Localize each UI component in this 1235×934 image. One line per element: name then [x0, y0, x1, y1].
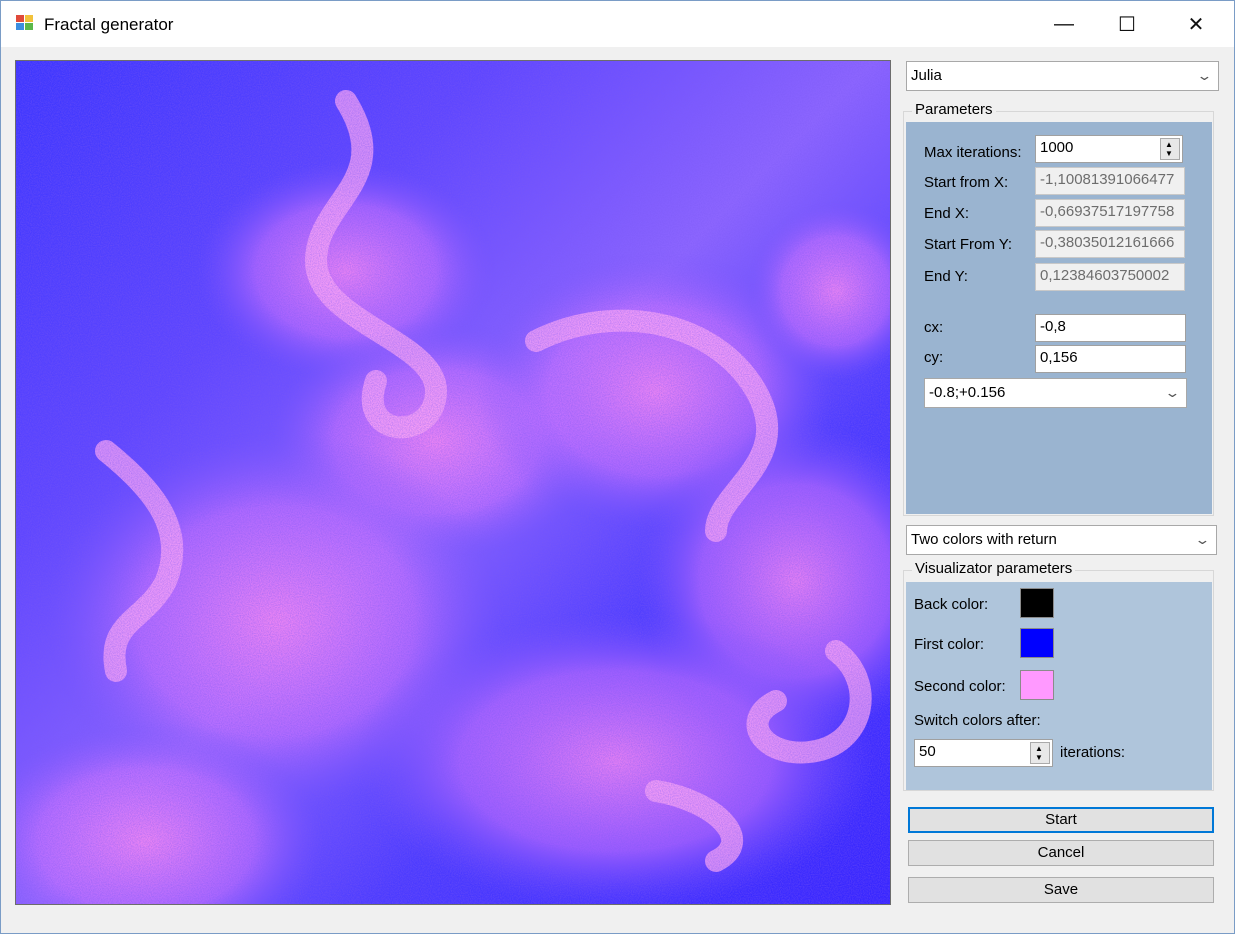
- end-x-field: -0,66937517197758: [1035, 199, 1185, 227]
- back-color-swatch[interactable]: [1020, 588, 1054, 618]
- cancel-button[interactable]: Cancel: [908, 840, 1214, 866]
- visualizer-value: Two colors with return: [911, 531, 1057, 548]
- start-button[interactable]: Start: [908, 807, 1214, 833]
- back-color-label: Back color:: [914, 596, 989, 613]
- second-color-label: Second color:: [914, 678, 1006, 695]
- switch-colors-stepper[interactable]: 50 ▲ ▼: [914, 739, 1053, 767]
- parameters-panel: Max iterations: 1000 ▲ ▼ Start from X: -…: [906, 122, 1212, 514]
- spin-down-icon[interactable]: ▼: [1035, 754, 1043, 762]
- max-iterations-value: 1000: [1040, 139, 1074, 156]
- cx-field[interactable]: -0,8: [1035, 314, 1186, 342]
- visualizer-select[interactable]: Two colors with return ⌄: [906, 525, 1217, 555]
- first-color-swatch[interactable]: [1020, 628, 1054, 658]
- max-iterations-label: Max iterations:: [924, 144, 1022, 161]
- second-color-swatch[interactable]: [1020, 670, 1054, 700]
- spin-up-icon[interactable]: ▲: [1165, 141, 1173, 149]
- julia-preset-select[interactable]: -0.8;+0.156 ⌄: [924, 378, 1187, 408]
- minimize-button[interactable]: —: [1041, 1, 1087, 47]
- visualizator-group-label: Visualizator parameters: [912, 560, 1076, 577]
- start-y-label: Start From Y:: [924, 236, 1013, 253]
- parameters-group-label: Parameters: [912, 101, 996, 118]
- start-x-field: -1,10081391066477: [1035, 167, 1185, 195]
- chevron-down-icon: ⌄: [1164, 385, 1181, 400]
- cy-field[interactable]: 0,156: [1035, 345, 1186, 373]
- first-color-label: First color:: [914, 636, 985, 653]
- fractal-image: [16, 61, 890, 904]
- cx-label: cx:: [924, 319, 944, 336]
- save-button[interactable]: Save: [908, 877, 1214, 903]
- end-y-field: 0,12384603750002: [1035, 263, 1185, 291]
- fractal-canvas[interactable]: [15, 60, 891, 905]
- main-window: Fractal generator — ☐ ✕ Julia ⌄ Paramete…: [0, 0, 1235, 934]
- start-y-field: -0,38035012161666: [1035, 230, 1185, 258]
- iterations-label: iterations:: [1060, 744, 1126, 761]
- status-bar: [1, 919, 1234, 933]
- end-y-label: End Y:: [924, 268, 968, 285]
- close-button[interactable]: ✕: [1173, 1, 1219, 47]
- window-title: Fractal generator: [44, 15, 174, 34]
- chevron-down-icon: ⌄: [1194, 532, 1211, 547]
- start-x-label: Start from X:: [924, 174, 1009, 191]
- cy-label: cy:: [924, 349, 944, 366]
- visualizator-panel: Back color: First color: Second color: S…: [906, 582, 1212, 790]
- julia-preset-value: -0.8;+0.156: [929, 384, 1006, 401]
- title-bar: Fractal generator — ☐ ✕: [1, 1, 1234, 47]
- fractal-type-value: Julia: [911, 67, 942, 84]
- switch-colors-label: Switch colors after:: [914, 712, 1041, 729]
- fractal-type-select[interactable]: Julia ⌄: [906, 61, 1219, 91]
- max-iterations-stepper[interactable]: 1000 ▲ ▼: [1035, 135, 1183, 163]
- switch-colors-value: 50: [919, 743, 936, 760]
- switch-colors-spin-buttons[interactable]: ▲ ▼: [1030, 742, 1050, 764]
- app-icon: [16, 15, 34, 31]
- max-iterations-spin-buttons[interactable]: ▲ ▼: [1160, 138, 1180, 160]
- spin-down-icon[interactable]: ▼: [1165, 150, 1173, 158]
- chevron-down-icon: ⌄: [1196, 68, 1213, 83]
- spin-up-icon[interactable]: ▲: [1035, 745, 1043, 753]
- end-x-label: End X:: [924, 205, 970, 222]
- maximize-button[interactable]: ☐: [1104, 1, 1150, 47]
